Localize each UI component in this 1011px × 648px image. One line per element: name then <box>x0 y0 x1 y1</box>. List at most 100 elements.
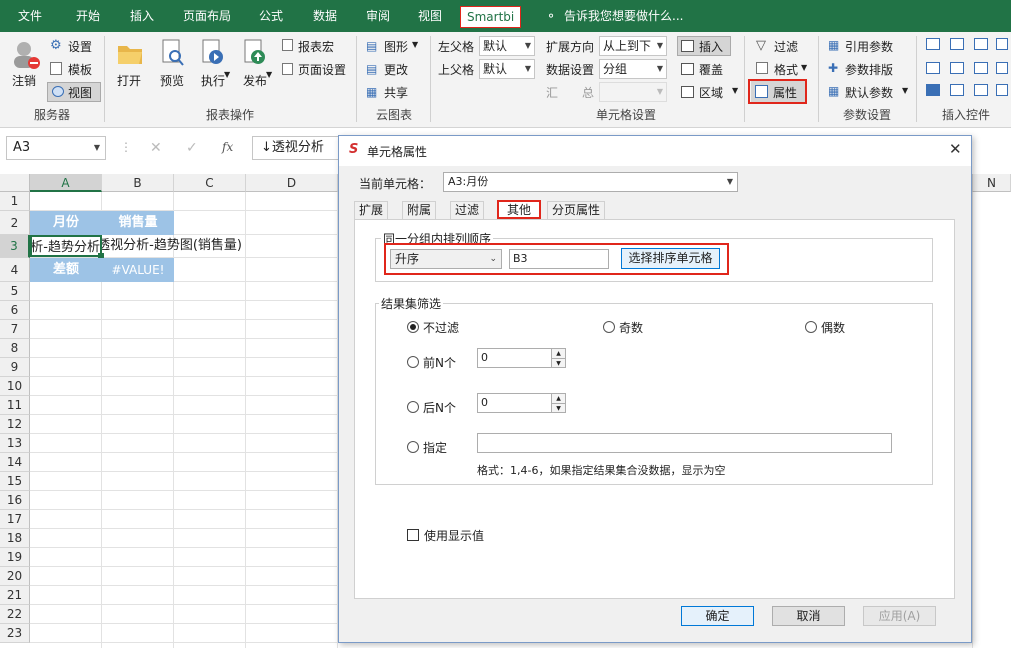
cell-a2[interactable]: 月份 <box>30 211 102 235</box>
tab-home[interactable]: 开始 <box>76 0 100 32</box>
column-header-n[interactable]: N <box>972 174 1011 192</box>
no-filter-radio[interactable] <box>407 321 419 333</box>
row-header-22[interactable]: 22 <box>0 605 30 624</box>
page-setup-button[interactable]: 页面设置 <box>298 61 346 78</box>
view-button[interactable]: 视图 <box>68 84 92 101</box>
even-radio[interactable] <box>805 321 817 333</box>
graphic-button[interactable]: 图形 <box>384 38 408 55</box>
row-header-6[interactable]: 6 <box>0 301 30 320</box>
tab-smartbi[interactable]: Smartbi <box>460 6 522 28</box>
area-button[interactable]: 区域 <box>699 84 723 101</box>
tab-review[interactable]: 审阅 <box>366 0 390 32</box>
macro-button[interactable]: 报表宏 <box>298 38 334 55</box>
label-control-icon[interactable] <box>996 84 1008 96</box>
settings-button[interactable]: 设置 <box>68 38 92 55</box>
select-sort-cell-button[interactable]: 选择排序单元格 <box>621 248 720 269</box>
tab-page-layout[interactable]: 页面布局 <box>183 0 231 32</box>
cell-b4[interactable]: #VALUE! <box>102 258 174 282</box>
cancel-icon[interactable]: ✕ <box>150 140 162 156</box>
specify-input[interactable] <box>477 433 892 453</box>
row-header-8[interactable]: 8 <box>0 339 30 358</box>
stepper-up-icon[interactable]: ▲ <box>551 394 565 403</box>
specify-radio[interactable] <box>407 441 419 453</box>
first-n-stepper[interactable]: 0 ▲ ▼ <box>477 348 566 368</box>
combo-control-icon[interactable] <box>926 38 940 50</box>
fx-icon[interactable]: fx <box>222 140 233 154</box>
preview-button[interactable]: 预览 <box>160 72 184 89</box>
cell-b2[interactable]: 销售量 <box>102 211 174 235</box>
param-layout-button[interactable]: 参数排版 <box>845 61 893 78</box>
row-header-15[interactable]: 15 <box>0 472 30 491</box>
list-control-icon[interactable] <box>974 38 988 50</box>
template-button[interactable]: 模板 <box>68 61 92 78</box>
share-button[interactable]: 共享 <box>384 84 408 101</box>
close-icon[interactable]: ✕ <box>949 140 962 158</box>
tab-filter[interactable]: 过滤 <box>450 201 485 219</box>
row-header-17[interactable]: 17 <box>0 510 30 529</box>
formula-input[interactable]: ↓透视分析 <box>252 136 352 160</box>
cover-button[interactable]: 覆盖 <box>699 61 723 78</box>
row-header-21[interactable]: 21 <box>0 586 30 605</box>
open-button[interactable]: 打开 <box>117 72 141 89</box>
ref-param-button[interactable]: 引用参数 <box>845 38 893 55</box>
row-header-23[interactable]: 23 <box>0 624 30 643</box>
checkbox-control-icon[interactable] <box>926 84 940 96</box>
tab-view[interactable]: 视图 <box>418 0 442 32</box>
tree-control-icon[interactable] <box>996 38 1008 50</box>
tab-other[interactable]: 其他 <box>497 200 542 219</box>
column-header-d[interactable]: D <box>246 174 338 192</box>
dropdown-control-icon[interactable] <box>950 38 964 50</box>
column-header-a[interactable]: A <box>30 174 102 192</box>
use-display-value-checkbox[interactable] <box>407 529 419 541</box>
cell-a4[interactable]: 差额 <box>30 258 102 282</box>
default-param-button[interactable]: 默认参数 <box>845 84 893 101</box>
odd-radio[interactable] <box>603 321 615 333</box>
text-control-icon[interactable] <box>926 62 940 74</box>
sort-order-select[interactable]: 升序 ⌄ <box>390 249 502 269</box>
row-header-9[interactable]: 9 <box>0 358 30 377</box>
last-n-stepper[interactable]: 0 ▲ ▼ <box>477 393 566 413</box>
row-header-1[interactable]: 1 <box>0 192 30 211</box>
tab-file[interactable]: 文件 <box>18 0 42 32</box>
row-header-5[interactable]: 5 <box>0 282 30 301</box>
sort-cell-input[interactable]: B3 <box>509 249 609 269</box>
expand-direction-select[interactable]: 从上到下 ▼ <box>599 36 667 56</box>
tab-paging[interactable]: 分页属性 <box>547 201 606 219</box>
insert-button[interactable]: 插入 <box>699 38 723 55</box>
row-header-20[interactable]: 20 <box>0 567 30 586</box>
stepper-up-icon[interactable]: ▲ <box>551 349 565 358</box>
row-header-13[interactable]: 13 <box>0 434 30 453</box>
row-header-16[interactable]: 16 <box>0 491 30 510</box>
graphic-dropdown-icon[interactable]: ▼ <box>412 40 418 49</box>
row-header-12[interactable]: 12 <box>0 415 30 434</box>
image-control-icon[interactable] <box>974 84 988 96</box>
tab-attached[interactable]: 附属 <box>402 201 437 219</box>
tab-formulas[interactable]: 公式 <box>259 0 283 32</box>
filter-button[interactable]: 过滤 <box>774 38 798 55</box>
radio-control-icon[interactable] <box>974 62 988 74</box>
cell-b3[interactable]: 透视分析-趋势图(销售量) <box>102 235 242 257</box>
row-header-11[interactable]: 11 <box>0 396 30 415</box>
area-dropdown-icon[interactable]: ▼ <box>732 86 738 95</box>
current-cell-select[interactable]: A3:月份 ▼ <box>443 172 738 192</box>
row-header-10[interactable]: 10 <box>0 377 30 396</box>
change-button[interactable]: 更改 <box>384 61 408 78</box>
row-header-14[interactable]: 14 <box>0 453 30 472</box>
ok-button[interactable]: 确定 <box>681 606 754 626</box>
data-setting-select[interactable]: 分组 ▼ <box>599 59 667 79</box>
check-icon[interactable]: ✓ <box>186 140 198 156</box>
top-parent-select[interactable]: 默认 ▼ <box>479 59 535 79</box>
row-header-3[interactable]: 3 <box>0 235 30 258</box>
stepper-down-icon[interactable]: ▼ <box>551 358 565 367</box>
execute-dropdown-icon[interactable]: ▼ <box>224 70 230 79</box>
cell-a3[interactable]: 透视分析-趋势分析 <box>30 235 102 257</box>
name-box[interactable]: A3 ▼ <box>6 136 106 160</box>
cancel-button[interactable]: 取消 <box>772 606 845 626</box>
row-header-7[interactable]: 7 <box>0 320 30 339</box>
left-parent-select[interactable]: 默认 ▼ <box>479 36 535 56</box>
default-param-dropdown-icon[interactable]: ▼ <box>902 86 908 95</box>
first-n-radio[interactable] <box>407 356 419 368</box>
column-header-c[interactable]: C <box>174 174 246 192</box>
format-button[interactable]: 格式 <box>774 61 798 78</box>
logout-button[interactable]: 注销 <box>12 72 36 89</box>
